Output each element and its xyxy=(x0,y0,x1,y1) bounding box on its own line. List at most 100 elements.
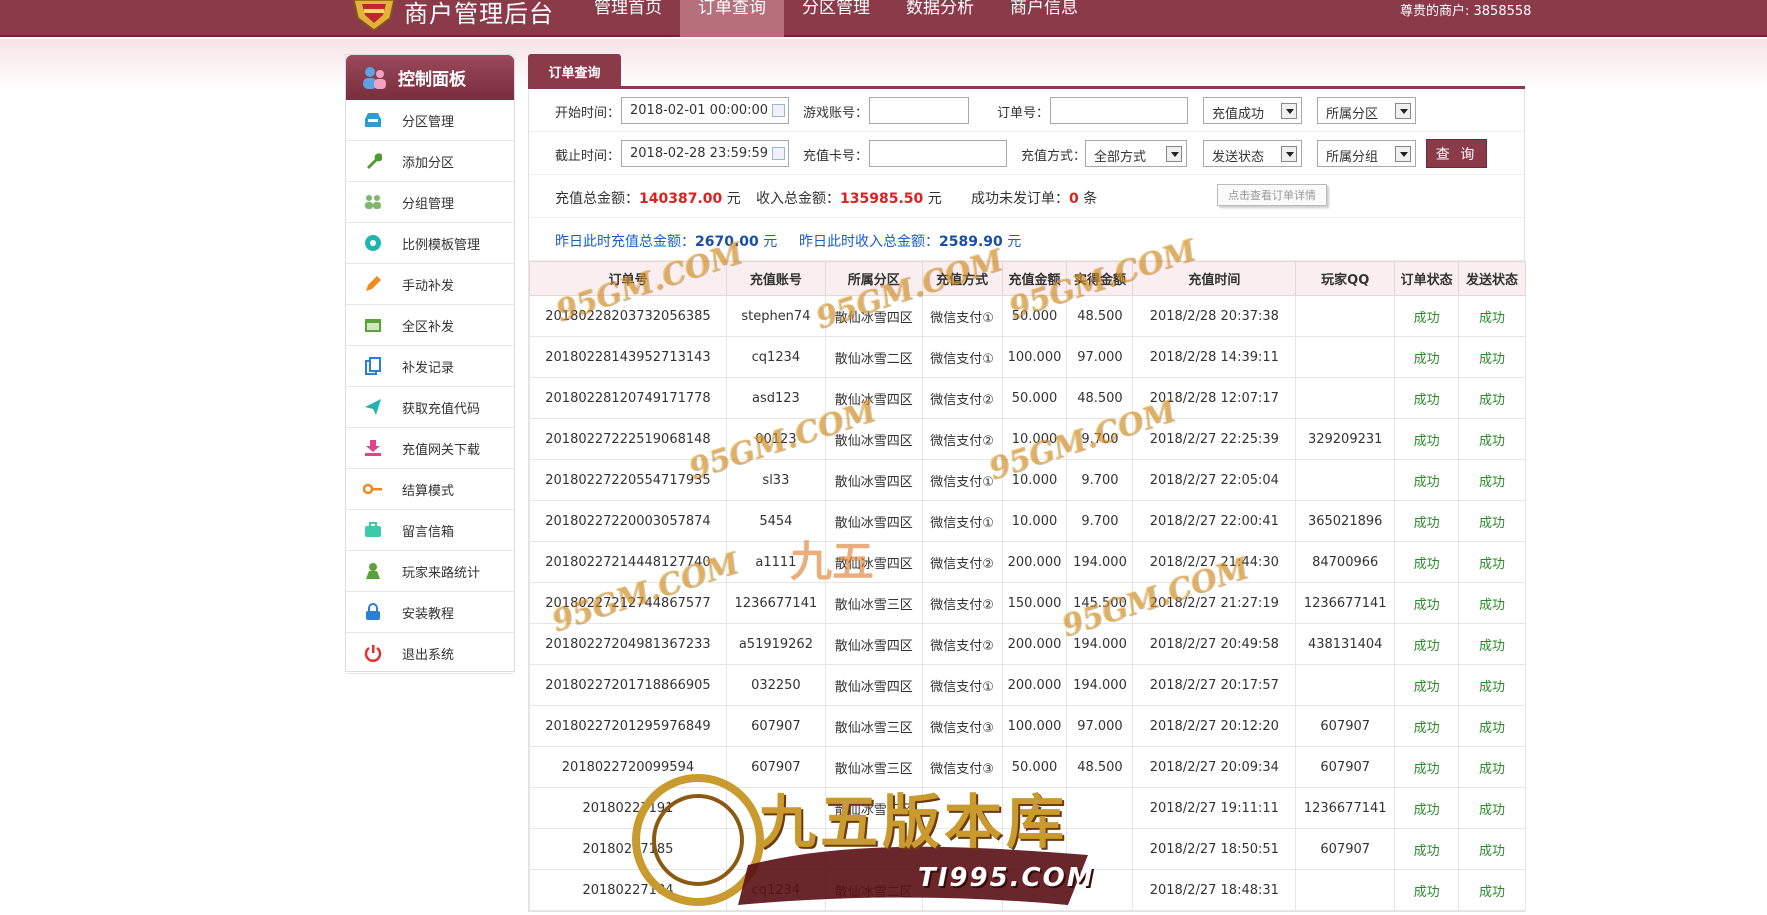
sidebar-item-label: 分组管理 xyxy=(402,196,455,212)
sidebar-item-label: 退出系统 xyxy=(402,647,455,663)
table-cell: 20180228203732056385 xyxy=(529,295,727,337)
zone-select[interactable]: 所属分区 xyxy=(1317,97,1416,124)
table-row[interactable]: 20180227214448127740 a1111 散仙冰雪四区 微信支付② 200.… xyxy=(529,541,1526,583)
table-cell: 成功 xyxy=(1394,705,1460,747)
sidebar-item-label: 补发记录 xyxy=(402,360,455,376)
table-cell: 20180228143952713143 xyxy=(529,336,727,378)
table-cell: 成功 xyxy=(1458,705,1526,747)
table-row[interactable]: 20180227204981367233 a51919262 散仙冰雪四区 微信支付②… xyxy=(529,623,1526,665)
table-cell: 成功 xyxy=(1458,582,1526,624)
inbox-icon xyxy=(362,109,384,131)
nav-home-label: 管理首页 xyxy=(594,0,662,18)
table-cell: 散仙冰雪四区 xyxy=(824,787,923,829)
nav-zone-management[interactable]: 分区管理 xyxy=(784,0,888,37)
table-cell: 607907 xyxy=(725,705,826,747)
sidebar-item-all-zone-reissue[interactable]: 全区补发 xyxy=(346,305,514,346)
table-cell: 2018/2/27 18:48:31 xyxy=(1132,869,1297,911)
table-cell xyxy=(1295,295,1396,337)
nav-home[interactable]: 管理首页 xyxy=(576,0,680,37)
calendar-picker-icon[interactable] xyxy=(772,147,785,160)
table-row[interactable]: 20180228143952713143 cq1234 散仙冰雪二区 微信支付① 100… xyxy=(529,336,1526,378)
start-time-value: 2018-02-01 00:00:00 xyxy=(630,103,769,118)
group-select[interactable]: 所属分组 xyxy=(1317,140,1416,167)
sidebar-item-message-box[interactable]: 留言信箱 xyxy=(346,510,514,551)
table-cell: 成功 xyxy=(1458,459,1526,501)
sidebar-item-install-guide[interactable]: 安装教程 xyxy=(346,592,514,633)
sidebar-item-reissue-records[interactable]: 补发记录 xyxy=(346,346,514,387)
table-cell: 成功 xyxy=(1394,418,1460,460)
table-cell: 150.000 xyxy=(1001,582,1068,624)
table-cell: 成功 xyxy=(1394,664,1460,706)
table-row[interactable]: 20180227220003057874 5454 散仙冰雪四区 微信支付① 10.00… xyxy=(529,500,1526,542)
unit-label: 条 xyxy=(1083,191,1098,207)
wrench-icon xyxy=(362,150,384,172)
table-row[interactable]: 20180227184 cq1234 散仙冰雪二区 2018/2/27 18:48:3… xyxy=(529,869,1526,911)
tab-order-query[interactable]: 订单查询 xyxy=(528,54,621,89)
start-time-input[interactable]: 2018-02-01 00:00:00 xyxy=(621,97,789,124)
table-cell: 成功 xyxy=(1394,541,1460,583)
table-row[interactable]: 20180227191 散仙冰雪四区 2018/2/27 19:11:11 12366… xyxy=(529,787,1526,829)
order-detail-tooltip[interactable]: 点击查看订单详情 xyxy=(1217,184,1327,206)
sidebar-item-settlement-mode[interactable]: 结算模式 xyxy=(346,469,514,510)
send-status-select[interactable]: 发送状态 xyxy=(1203,140,1302,167)
table-cell: 2018/2/27 18:50:51 xyxy=(1132,828,1297,870)
table-cell: 200.000 xyxy=(1001,623,1068,665)
sidebar-item-group-management[interactable]: 分组管理 xyxy=(346,182,514,223)
table-cell: 20180227185 xyxy=(529,828,727,870)
query-button[interactable]: 查 询 xyxy=(1426,139,1487,168)
group-select-value: 所属分组 xyxy=(1326,150,1379,165)
table-cell: 微信支付② xyxy=(921,623,1003,665)
end-time-input[interactable]: 2018-02-28 23:59:59 xyxy=(621,140,789,167)
sidebar-item-zone-management[interactable]: 分区管理 xyxy=(346,100,514,141)
unit-label: 元 xyxy=(1007,234,1022,250)
sidebar-item-manual-reissue[interactable]: 手动补发 xyxy=(346,264,514,305)
sidebar-item-logout[interactable]: 退出系统 xyxy=(346,633,514,674)
table-header-row: 订单号 充值账号 所属分区 充值方式 充值金额 实得金额 充值时间 玩家QQ 订单状态 发送状态 xyxy=(529,261,1526,296)
sidebar-item-add-zone[interactable]: 添加分区 xyxy=(346,141,514,182)
nav-data-analysis[interactable]: 数据分析 xyxy=(888,0,992,37)
start-time-label: 开始时间： xyxy=(555,106,621,121)
sidebar-item-player-source[interactable]: 玩家来路统计 xyxy=(346,551,514,592)
chevron-down-icon xyxy=(1395,146,1411,162)
payment-method-select[interactable]: 全部方式 xyxy=(1085,140,1187,167)
recharge-status-select[interactable]: 充值成功 xyxy=(1203,97,1302,124)
table-row[interactable]: 20180227201295976849 607907 散仙冰雪三区 微信支付③ 100… xyxy=(529,705,1526,747)
table-row[interactable]: 20180228120749171778 asd123 散仙冰雪四区 微信支付② 50.… xyxy=(529,377,1526,419)
table-row[interactable]: 20180227185 2018/2/27 18:50:51 607907 成功 成功 xyxy=(529,828,1526,870)
column-header: 发送状态 xyxy=(1458,261,1526,296)
site-title: 商户管理后台 xyxy=(404,0,554,28)
table-row[interactable]: 20180227201718866905 032250 散仙冰雪四区 微信支付① 200… xyxy=(529,664,1526,706)
table-row[interactable]: 2018022720099594 607907 散仙冰雪三区 微信支付③ 50.000 4… xyxy=(529,746,1526,788)
table-cell: 成功 xyxy=(1458,746,1526,788)
send-status-value: 发送状态 xyxy=(1212,150,1265,165)
sidebar-item-label: 添加分区 xyxy=(402,155,455,171)
column-header: 充值方式 xyxy=(921,261,1003,296)
sidebar-item-gateway-download[interactable]: 充值网关下载 xyxy=(346,428,514,469)
table-cell xyxy=(921,828,1003,870)
nav-merchant-info[interactable]: 商户信息 xyxy=(992,0,1096,37)
table-cell: 438131404 xyxy=(1295,623,1396,665)
table-cell: 20180227220003057874 xyxy=(529,500,727,542)
sidebar-item-get-recharge-code[interactable]: 获取充值代码 xyxy=(346,387,514,428)
recharge-total-value: 140387.00 xyxy=(639,191,723,207)
table-row[interactable]: 20180227220554717935 sl33 散仙冰雪四区 微信支付① 10.00… xyxy=(529,459,1526,501)
table-row[interactable]: 20180227222519068148 00123 散仙冰雪四区 微信支付② 10.0… xyxy=(529,418,1526,460)
card-number-input[interactable] xyxy=(869,140,1007,167)
chevron-down-icon xyxy=(1395,103,1411,119)
nav-order-query[interactable]: 订单查询 xyxy=(680,0,784,37)
table-cell: 10.000 xyxy=(1001,418,1068,460)
table-row[interactable]: 20180228203732056385 stephen74 散仙冰雪四区 微信支付①… xyxy=(529,295,1526,337)
order-number-input[interactable] xyxy=(1050,97,1188,124)
sidebar-item-ratio-template[interactable]: 比例模板管理 xyxy=(346,223,514,264)
table-cell: 微信支付① xyxy=(921,664,1003,706)
table-cell: 散仙冰雪四区 xyxy=(824,418,923,460)
table-cell: 10.000 xyxy=(1001,459,1068,501)
main-content: 订单查询 开始时间： 2018-02-01 00:00:00 游戏账号： 订单号… xyxy=(528,54,1526,915)
logo-icon[interactable] xyxy=(350,0,398,32)
table-row[interactable]: 20180227212744867577 1236677141 散仙冰雪三区 微信支付… xyxy=(529,582,1526,624)
table-cell: 成功 xyxy=(1394,869,1460,911)
calendar-picker-icon[interactable] xyxy=(772,104,785,117)
table-cell: 2018/2/27 20:09:34 xyxy=(1132,746,1297,788)
table-body: 20180228203732056385 stephen74 散仙冰雪四区 微信支付①… xyxy=(529,295,1526,911)
game-account-input[interactable] xyxy=(869,97,969,124)
